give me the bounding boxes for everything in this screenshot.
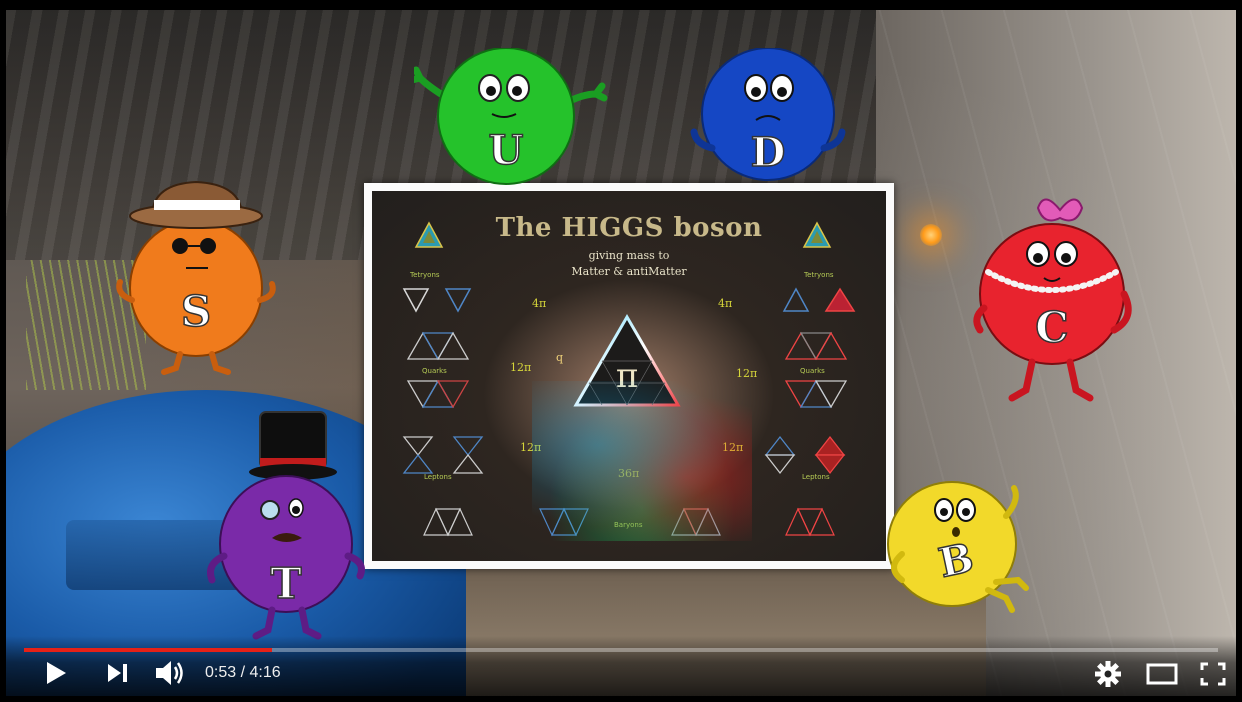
label-12pi-right-a: 12π bbox=[736, 367, 758, 380]
video-player[interactable]: The HIGGS boson giving mass to Matter & … bbox=[0, 0, 1242, 702]
time-total: 4:16 bbox=[249, 664, 281, 681]
label-36pi: 36π bbox=[618, 467, 640, 480]
tetryon-triangles-left bbox=[402, 288, 472, 313]
poster-subtitle-1: giving mass to bbox=[588, 249, 670, 262]
progress-played bbox=[24, 648, 273, 652]
label-quarks-left: Quarks bbox=[422, 367, 447, 375]
central-pyramid: π bbox=[573, 314, 681, 407]
character-letter: U bbox=[489, 127, 524, 174]
quark-character-charm: C bbox=[973, 198, 1132, 402]
label-quarks-right: Quarks bbox=[800, 367, 825, 375]
time-separator: / bbox=[236, 664, 250, 681]
gear-icon[interactable] bbox=[1094, 660, 1122, 688]
next-icon[interactable] bbox=[106, 662, 130, 684]
baryon-triangles-1 bbox=[423, 507, 473, 537]
character-letter: C bbox=[1035, 303, 1068, 352]
play-icon[interactable] bbox=[44, 660, 68, 686]
label-4pi-right: 4π bbox=[718, 297, 733, 310]
label-leptons-right: Leptons bbox=[802, 473, 830, 481]
pi-symbol: π bbox=[616, 356, 638, 396]
quark-character-strange: S bbox=[116, 180, 276, 375]
baryon-triangles-4 bbox=[785, 507, 835, 537]
label-q: q bbox=[556, 351, 564, 364]
baryon-triangles-2 bbox=[539, 507, 589, 537]
fullscreen-icon[interactable] bbox=[1200, 662, 1226, 686]
triangle-icon bbox=[802, 221, 832, 248]
volume-icon[interactable] bbox=[154, 658, 186, 688]
lepton-triangles-left bbox=[402, 436, 484, 474]
character-letter: T bbox=[270, 559, 301, 608]
quark-triangles-right bbox=[784, 331, 848, 361]
quark-triangles-left bbox=[406, 331, 470, 361]
quark-triangles-right-2 bbox=[784, 379, 848, 409]
quark-character-top: T bbox=[207, 411, 365, 640]
label-leptons-left: Leptons bbox=[424, 473, 452, 481]
higgs-poster: The HIGGS boson giving mass to Matter & … bbox=[364, 183, 894, 569]
label-12pi-right-b: 12π bbox=[722, 441, 744, 454]
label-tetryons-left: Tetryons bbox=[410, 271, 440, 279]
character-letter: D bbox=[751, 129, 786, 176]
quark-triangles-left-2 bbox=[406, 379, 470, 409]
baryon-triangles-3 bbox=[671, 507, 721, 537]
time-current: 0:53 bbox=[205, 664, 237, 681]
label-12pi-left-a: 12π bbox=[510, 361, 532, 374]
label-baryons: Baryons bbox=[614, 521, 643, 529]
time-display: 0:53 / 4:16 bbox=[205, 664, 281, 682]
quark-character-down: D bbox=[690, 48, 846, 181]
label-4pi-left: 4π bbox=[532, 297, 547, 310]
quark-character-bottom: B bbox=[887, 481, 1029, 613]
theater-mode-icon[interactable] bbox=[1146, 663, 1178, 685]
tetryon-triangles-right bbox=[782, 287, 856, 312]
label-tetryons-right: Tetryons bbox=[804, 271, 834, 279]
player-controls: 0:53 / 4:16 bbox=[0, 636, 1242, 702]
character-letter: S bbox=[181, 287, 211, 336]
lepton-triangles-right bbox=[764, 435, 846, 475]
quark-character-up: U bbox=[414, 48, 608, 185]
progress-bar[interactable] bbox=[24, 648, 1218, 652]
triangle-icon bbox=[414, 221, 444, 248]
label-12pi-left-b: 12π bbox=[520, 441, 542, 454]
warning-light bbox=[920, 224, 942, 246]
poster-content: The HIGGS boson giving mass to Matter & … bbox=[372, 191, 886, 561]
